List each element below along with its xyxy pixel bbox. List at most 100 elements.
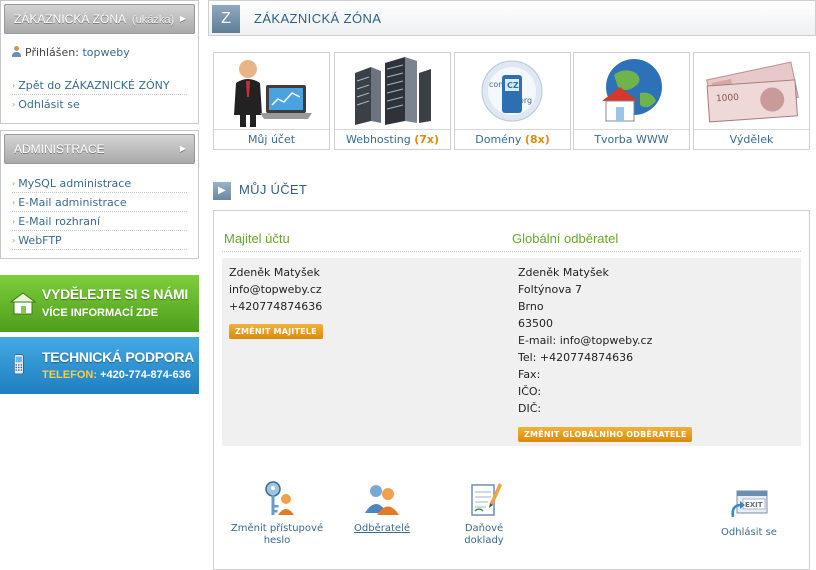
owner-heading: Majitel účtu <box>224 231 290 246</box>
sidebar-item-webftp[interactable]: › WebFTP <box>12 231 187 250</box>
sidebar: ZÁKAZNICKÁ ZÓNA (ukázka) ▶ Přihlášen: top… <box>0 0 199 259</box>
tile-label: Můj účet <box>214 129 329 149</box>
zone-logo-icon: Z <box>212 5 240 33</box>
customer-zone-header[interactable]: ZÁKAZNICKÁ ZÓNA (ukázka) ▶ <box>4 4 195 34</box>
bullet-icon: › <box>12 198 16 207</box>
owner-details: Zdeněk Matyšek info@topweby.cz +42077487… <box>229 264 322 315</box>
bullet-icon: › <box>12 100 16 109</box>
bullet-icon: › <box>12 217 16 226</box>
billing-name: Zdeněk Matyšek <box>518 266 609 279</box>
sidebar-item-mysql[interactable]: › MySQL administrace <box>12 174 187 193</box>
phone-number: +420-774-874-636 <box>100 369 191 381</box>
billing-dic: DIČ: <box>518 402 542 415</box>
svg-text:EXIT: EXIT <box>745 501 763 509</box>
earn-banner-title: VYDĚLEJTE SI S NÁMI <box>42 286 188 302</box>
section-title-my-account: ▶ MŮJ ÚČET <box>213 180 307 200</box>
tile-my-account[interactable]: Můj účet <box>213 52 330 150</box>
logout-link[interactable]: › Odhlásit se <box>12 95 187 114</box>
bullet-icon: › <box>12 236 16 245</box>
customer-zone-box: ZÁKAZNICKÁ ZÓNA (ukázka) ▶ Přihlášen: top… <box>0 0 199 124</box>
section-title-label: MŮJ ÚČET <box>239 182 308 197</box>
account-panel: Majitel účtu Globální odběratel Zdeněk M… <box>213 210 810 570</box>
admin-title: ADMINISTRACE <box>14 142 105 156</box>
tile-webhosting-label: Webhosting <box>345 133 411 146</box>
earn-banner[interactable]: VYDĚLEJTE SI S NÁMI VÍCE INFORMACÍ ZDE <box>0 275 199 332</box>
page-title: ZÁKAZNICKÁ ZÓNA <box>254 11 382 26</box>
support-banner[interactable]: TECHNICKÁ PODPORA TELEFON: +420-774-874-… <box>0 337 199 394</box>
phone-label: TELEFON: <box>42 369 97 381</box>
exit-icon: EXIT <box>731 490 768 518</box>
tile-web-creation-label: Tvorba WWW <box>594 133 669 146</box>
tax-documents-label-2: doklady <box>464 535 504 546</box>
billing-heading: Globální odběratel <box>512 231 619 246</box>
billing-street: Foltýnova 7 <box>518 283 582 296</box>
tile-label: Výdělek <box>694 129 809 149</box>
tile-earnings-label: Výdělek <box>729 133 774 146</box>
earn-banner-subtitle: VÍCE INFORMACÍ ZDE <box>42 307 159 319</box>
bullet-icon: › <box>12 81 16 90</box>
sidebar-item-email-ui[interactable]: › E-Mail rozhraní <box>12 212 187 231</box>
change-password-action[interactable]: Změnit přístupové heslo <box>222 479 332 547</box>
billing-tel: Tel: +420774874636 <box>518 351 634 364</box>
customer-zone-title: ZÁKAZNICKÁ ZÓNA <box>14 12 127 26</box>
back-to-zone-label: Zpět do ZÁKAZNICKÉ ZÓNY <box>18 79 170 92</box>
customer-zone-subtitle: (ukázka) <box>132 14 175 26</box>
billing-city: Brno <box>518 300 544 313</box>
domains-count: (8x) <box>524 133 550 146</box>
tax-documents-label-1: Daňové <box>464 523 504 534</box>
main-content: Z ZÁKAZNICKÁ ZÓNA Můj účet Webhosting (7… <box>208 0 816 570</box>
admin-box: ADMINISTRACE ▶ › MySQL administrace › E-Ma… <box>0 130 199 259</box>
webhosting-count: (7x) <box>414 133 440 146</box>
sidebar-item-label: WebFTP <box>18 234 62 247</box>
tile-webhosting[interactable]: Webhosting (7x) <box>334 52 451 150</box>
customers-label: Odběratelé <box>354 523 410 534</box>
change-password-label-1: Změnit přístupové <box>230 523 324 534</box>
change-password-label-2: heslo <box>263 535 291 546</box>
admin-header[interactable]: ADMINISTRACE ▶ <box>4 134 195 164</box>
users-icon <box>365 485 399 515</box>
phone-icon <box>13 354 24 375</box>
customers-action[interactable]: Odběratelé <box>342 479 422 535</box>
logout-label: Odhlásit se <box>18 98 80 111</box>
sidebar-item-email-admin[interactable]: › E-Mail administrace <box>12 193 187 212</box>
globe-house-icon <box>602 59 662 122</box>
owner-email: info@topweby.cz <box>229 283 322 296</box>
billing-zip: 63500 <box>518 317 553 330</box>
owner-phone: +420774874636 <box>229 300 323 313</box>
bullet-icon: › <box>12 179 16 188</box>
businessman-laptop-icon <box>234 60 312 127</box>
chevron-right-icon: ▶ <box>179 144 186 153</box>
logged-in-label: Přihlášen: <box>25 46 79 59</box>
sidebar-item-label: MySQL administrace <box>18 177 132 190</box>
support-banner-title: TECHNICKÁ PODPORA <box>42 349 195 365</box>
tile-my-account-label: Můj účet <box>247 133 296 146</box>
key-user-icon <box>265 481 294 515</box>
billing-ico: IČO: <box>518 385 542 398</box>
user-icon <box>12 46 21 57</box>
document-pencil-icon <box>471 483 502 516</box>
back-to-zone-link[interactable]: › Zpět do ZÁKAZNICKÉ ZÓNY <box>12 76 187 95</box>
svg-text:1000: 1000 <box>716 93 740 105</box>
tile-earnings[interactable]: 1000 Výdělek <box>693 52 810 150</box>
page-header: Z ZÁKAZNICKÁ ZÓNA <box>208 0 816 36</box>
chevron-right-icon: ▶ <box>179 14 186 23</box>
username-link[interactable]: topweby <box>82 46 129 59</box>
svg-text:CZ: CZ <box>507 81 519 90</box>
nav-tiles: Můj účet Webhosting (7x) com org CZ Domé… <box>213 52 813 150</box>
change-global-customer-button[interactable]: ZMĚNIT GLOBÁLNÍHO ODBĚRATELE <box>518 427 693 442</box>
logout-action-label: Odhlásit se <box>721 527 777 538</box>
tile-label: Domény (8x) <box>455 129 570 149</box>
server-rack-icon <box>355 57 431 125</box>
tax-documents-action[interactable]: Daňové doklady <box>444 479 524 547</box>
logged-in-line: Přihlášen: topweby <box>12 42 187 64</box>
billing-details: Zdeněk Matyšek Foltýnova 7 Brno 63500 E-… <box>518 264 652 417</box>
banknotes-icon: 1000 <box>706 61 799 123</box>
sidebar-item-label: E-Mail administrace <box>18 196 127 209</box>
tile-domains[interactable]: com org CZ Domény (8x) <box>454 52 571 150</box>
logout-action[interactable]: EXIT Odhlásit se <box>709 483 789 539</box>
billing-fax: Fax: <box>518 368 541 381</box>
tile-label: Webhosting (7x) <box>335 129 450 149</box>
domain-globe-icon: com org CZ <box>481 60 543 122</box>
change-owner-button[interactable]: ZMĚNIT MAJITELE <box>229 324 323 339</box>
tile-web-creation[interactable]: Tvorba WWW <box>573 52 690 150</box>
